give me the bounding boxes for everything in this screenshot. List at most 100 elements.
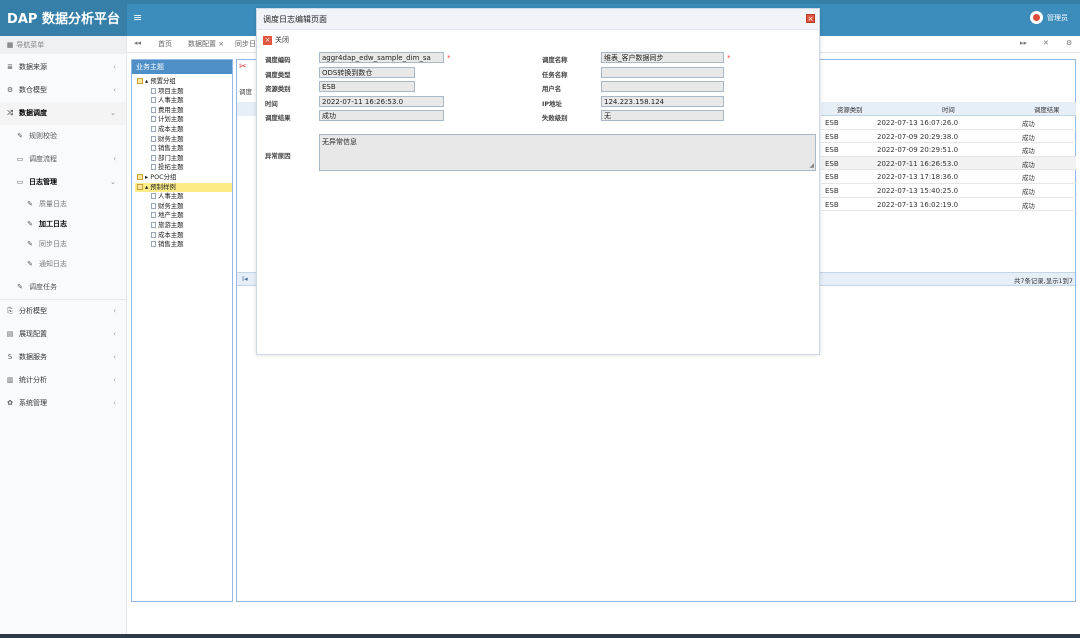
- user-menu[interactable]: 管理员: [1030, 11, 1068, 24]
- sidebar-item-data-service[interactable]: S 数据服务 ‹: [0, 346, 126, 369]
- tab-home[interactable]: 首页: [158, 39, 172, 49]
- sitemap-icon: ⎘: [7, 307, 13, 315]
- tree-node[interactable]: 地产主题: [135, 211, 232, 221]
- tree-node[interactable]: 计划主题: [135, 115, 232, 125]
- sidebar-item-quality-log[interactable]: ✎ 质量日志: [0, 194, 126, 214]
- col-time[interactable]: 时间: [942, 105, 955, 114]
- cell-resource-type: ESB: [825, 173, 839, 182]
- window-icon: ▭: [16, 178, 24, 186]
- table-row[interactable]: ESB 2022-07-13 15:40:25.0 成功: [821, 184, 1076, 198]
- close-button[interactable]: 关闭: [275, 35, 289, 45]
- table-row[interactable]: ESB 2022-07-13 17:18:36.0 成功: [821, 170, 1076, 184]
- tree-node-label: 成本主题: [158, 230, 184, 239]
- name-field[interactable]: 维表_客户数据同步: [601, 52, 724, 63]
- menu-toggle-icon[interactable]: ≡: [133, 11, 142, 24]
- result-label: 调度结果: [265, 114, 291, 122]
- cell-result: 成功: [1022, 133, 1035, 142]
- gear-icon: ⚙: [6, 86, 14, 94]
- sidebar-item-data-scheduling[interactable]: ⤮ 数据调度 ⌄: [0, 102, 126, 125]
- table-row[interactable]: ESB 2022-07-11 16:26:53.0 成功: [821, 156, 1076, 171]
- sidebar-item-warehouse-model[interactable]: ⚙ 数仓模型 ‹: [0, 79, 126, 102]
- tree-node-label: 人事主题: [158, 96, 184, 105]
- sidebar-item-sync-log[interactable]: ✎ 同步日志: [0, 234, 126, 254]
- resize-grip-icon[interactable]: ◢: [809, 162, 814, 169]
- tree-node[interactable]: 财务主题: [135, 135, 232, 145]
- sub-tab[interactable]: 调度: [239, 86, 252, 96]
- col-result[interactable]: 调度结果: [1034, 105, 1060, 114]
- sidebar-item-statistics[interactable]: ▥ 统计分析 ‹: [0, 369, 126, 392]
- tabs-next-icon[interactable]: ▸▸: [1020, 39, 1027, 47]
- tree-folder[interactable]: ▸ POC分组: [135, 173, 232, 183]
- pencil-icon: ✎: [27, 240, 33, 248]
- cell-result: 成功: [1022, 174, 1035, 183]
- error-textarea[interactable]: 无异常信息 ◢: [319, 134, 816, 171]
- chevron-left-icon: ‹: [113, 63, 116, 71]
- ip-field[interactable]: 124.223.158.124: [601, 95, 724, 107]
- tools-icon[interactable]: ✂: [239, 62, 247, 72]
- tree-node[interactable]: 成本主题: [135, 125, 232, 135]
- tree-node[interactable]: 费用主题: [135, 106, 232, 116]
- tree-node[interactable]: 人事主题: [135, 192, 232, 202]
- sidebar-item-display-config[interactable]: ▤ 展现配置 ‹: [0, 323, 126, 346]
- table-row[interactable]: ESB 2022-07-13 16:07:26.0 成功: [821, 116, 1076, 130]
- tab-sync-log[interactable]: 同步日: [235, 39, 256, 49]
- cell-time: 2022-07-09 20:29:38.0: [877, 132, 959, 141]
- sidebar-item-rule-check[interactable]: ✎ 规则校验: [0, 125, 126, 148]
- user-field[interactable]: [601, 81, 724, 92]
- edit-dialog: 调度日志编辑页面 × × 关闭 调度编码 aggr4dap_edw_sample…: [256, 8, 820, 355]
- pencil-icon: ✎: [27, 220, 33, 228]
- sidebar-item-processing-log[interactable]: ✎ 加工日志: [0, 214, 126, 234]
- tree-node[interactable]: 财务主题: [135, 202, 232, 212]
- code-field[interactable]: aggr4dap_edw_sample_dim_sa: [319, 52, 444, 63]
- resource-field[interactable]: ESB: [319, 81, 415, 92]
- tree-node-label: 旅游主题: [158, 220, 184, 229]
- sidebar-item-label: 分析模型: [19, 307, 47, 315]
- sidebar-item-label: 数据调度: [19, 109, 47, 117]
- tree-node[interactable]: 旅游主题: [135, 221, 232, 231]
- table-row[interactable]: ESB 2022-07-13 16:02:19.0 成功: [821, 198, 1076, 212]
- fullscreen-icon[interactable]: ✕: [1043, 39, 1049, 47]
- shuffle-icon: ⤮: [7, 109, 13, 117]
- app-logo[interactable]: DAP 数据分析平台: [0, 4, 127, 36]
- first-page-icon[interactable]: I◂: [242, 275, 248, 283]
- type-field[interactable]: ODS转换到数仓: [319, 66, 415, 78]
- sidebar-item-notify-log[interactable]: ✎ 通知日志: [0, 254, 126, 274]
- pencil-icon: ✎: [17, 132, 23, 140]
- tabs-prev-icon[interactable]: ◂◂: [134, 39, 141, 47]
- sidebar-item-schedule-task[interactable]: ✎ 调度任务: [0, 274, 126, 300]
- tree-folder[interactable]: ▴ 预置分组: [135, 77, 232, 87]
- sidebar-item-schedule-flow[interactable]: ▭ 调度流程 ‹: [0, 148, 126, 171]
- sidebar-item-log-management[interactable]: ▭ 日志管理 ⌄: [0, 171, 126, 194]
- chevron-left-icon: ‹: [113, 330, 116, 338]
- sidebar-item-analysis-model[interactable]: ⎘ 分析模型 ‹: [0, 300, 126, 323]
- result-field[interactable]: 成功: [319, 110, 444, 121]
- tree-folder[interactable]: ▴ 预制样例: [135, 182, 232, 193]
- sidebar-item-data-source[interactable]: ≣ 数据来源 ‹: [0, 56, 126, 79]
- table-row[interactable]: ESB 2022-07-09 20:29:51.0 成功: [821, 143, 1076, 157]
- cell-time: 2022-07-11 16:26:53.0: [877, 159, 959, 168]
- tree-node[interactable]: 人事主题: [135, 96, 232, 106]
- fail-level-field[interactable]: 无: [601, 110, 724, 121]
- col-resource-type[interactable]: 资源类别: [837, 105, 863, 114]
- tree-node[interactable]: 销售主题: [135, 144, 232, 154]
- tab-data-config[interactable]: 数据配置 ×: [188, 39, 224, 49]
- folder-icon: [137, 173, 143, 180]
- time-field[interactable]: 2022-07-11 16:26:53.0: [319, 95, 444, 107]
- tree-node[interactable]: 投拓主题: [135, 163, 232, 173]
- document-icon: [151, 135, 156, 142]
- tree-node[interactable]: 部门主题: [135, 154, 232, 164]
- cell-time: 2022-07-13 16:07:26.0: [877, 119, 959, 127]
- document-icon: [151, 106, 156, 113]
- pencil-icon: ✎: [27, 260, 33, 268]
- cell-resource-type: ESB: [825, 132, 839, 141]
- sidebar-item-system-admin[interactable]: ✿ 系统管理 ‹: [0, 392, 126, 415]
- table-row[interactable]: ESB 2022-07-09 20:29:38.0 成功: [821, 130, 1076, 144]
- tree-node[interactable]: 销售主题: [135, 240, 232, 250]
- tree-node[interactable]: 项目主题: [135, 87, 232, 97]
- tree-node[interactable]: 成本主题: [135, 231, 232, 241]
- task-field[interactable]: [601, 66, 724, 78]
- settings-icon[interactable]: ⚙: [1066, 39, 1072, 47]
- form-row: 调度结果 成功 失败级别 无: [262, 110, 816, 125]
- close-icon[interactable]: ×: [806, 14, 815, 23]
- sidebar: ▦ 导航菜单 ≣ 数据来源 ‹ ⚙ 数仓模型 ‹ ⤮ 数据调度 ⌄ ✎ 规则校验…: [0, 36, 127, 638]
